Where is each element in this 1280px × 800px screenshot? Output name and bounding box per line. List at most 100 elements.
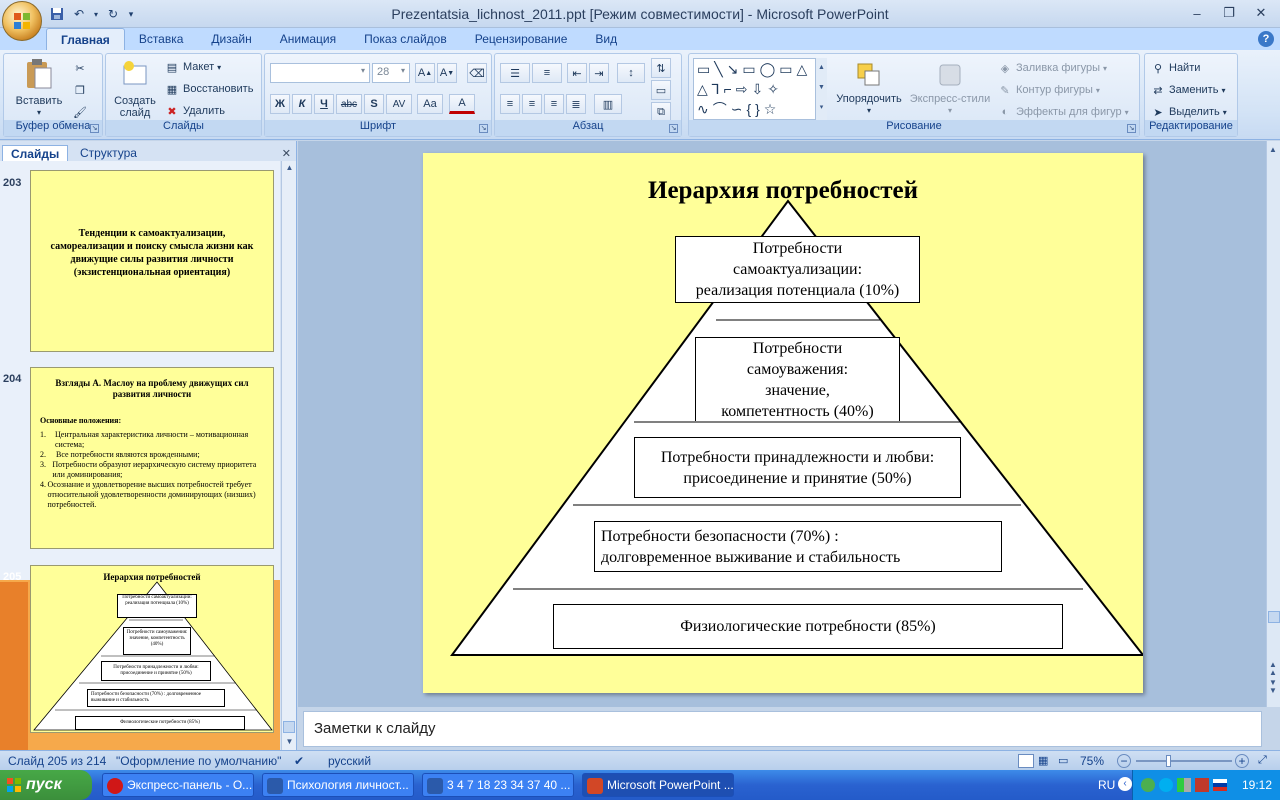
dialog-launcher-icon[interactable]: ↘ [90, 124, 99, 133]
align-left-button[interactable]: ≡ [500, 94, 520, 114]
fit-slide-icon[interactable]: ⤢ [1258, 754, 1267, 767]
bold-button[interactable]: Ж [270, 94, 290, 114]
minimize-button[interactable]: – [1182, 3, 1212, 23]
level-self-actualization[interactable]: Потребности самоактуализации: реализация… [675, 236, 920, 303]
char-spacing-button[interactable]: AV [386, 94, 412, 114]
shape-effects-button[interactable]: ◐ Эффекты для фигур ▾ [997, 104, 1129, 120]
zoom-level[interactable]: 75% [1080, 754, 1104, 768]
dialog-launcher-icon[interactable]: ↘ [1127, 124, 1136, 133]
dialog-launcher-icon[interactable]: ↘ [479, 124, 488, 133]
scroll-thumb[interactable] [283, 721, 295, 733]
line-spacing-button[interactable]: ↕ [617, 63, 645, 83]
justify-button[interactable]: ≣ [566, 94, 586, 114]
prev-slide-icon[interactable]: ▲ ▲ [1269, 661, 1277, 677]
italic-button[interactable]: К [292, 94, 312, 114]
tab-design[interactable]: Дизайн [197, 28, 265, 50]
format-painter-button[interactable]: 🖌 [72, 104, 88, 120]
tab-insert[interactable]: Вставка [125, 28, 198, 50]
shadow-button[interactable]: S [364, 94, 384, 114]
clock[interactable]: 19:12 [1242, 778, 1272, 792]
level-esteem[interactable]: Потребности самоуважения: значение, комп… [695, 337, 900, 421]
font-color-button[interactable]: A [449, 94, 475, 114]
delete-slide-button[interactable]: ✖ Удалить [164, 103, 225, 119]
zoom-in-icon[interactable]: + [1235, 754, 1249, 768]
clear-format-button[interactable]: ⌫ [467, 63, 487, 83]
tab-animation[interactable]: Анимация [266, 28, 350, 50]
shapes-scroll[interactable]: ▲ ▼ ▾ [815, 58, 827, 120]
paste-button[interactable]: Вставить ▾ [14, 58, 64, 119]
office-button[interactable] [2, 1, 42, 41]
taskbar-item-opera[interactable]: Экспресс-панель - О... [102, 773, 254, 797]
panel-scrollbar[interactable]: ▲ ▼ [281, 161, 296, 750]
taskbar-item-word-1[interactable]: Психология личност... [262, 773, 414, 797]
align-right-button[interactable]: ≡ [544, 94, 564, 114]
tab-home[interactable]: Главная [46, 28, 125, 50]
slide-thumbnail-204[interactable]: Взгляды А. Маслоу на проблему движущих с… [30, 367, 274, 549]
maximize-button[interactable]: ❐ [1214, 3, 1244, 23]
zoom-slider[interactable] [1136, 760, 1232, 762]
zoom-out-icon[interactable]: − [1117, 754, 1131, 768]
smartart-button[interactable]: ⧉ [651, 102, 671, 122]
slide-thumbnail-203[interactable]: Тенденции к самоактуализации, самореализ… [30, 170, 274, 352]
antivirus-icon[interactable] [1195, 778, 1209, 792]
help-icon[interactable]: ? [1258, 31, 1274, 47]
reset-button[interactable]: ▦ Восстановить [164, 81, 254, 97]
view-slideshow-icon[interactable]: ▭ [1058, 754, 1068, 767]
shape-fill-button[interactable]: ◈ Заливка фигуры ▾ [997, 60, 1107, 76]
tab-slideshow[interactable]: Показ слайдов [350, 28, 461, 50]
font-size-field[interactable]: 28 ▾ [372, 63, 410, 83]
level-belonging[interactable]: Потребности принадлежности и любви: прис… [634, 437, 961, 498]
scroll-up-icon[interactable]: ▲ [284, 163, 295, 174]
signal-icon[interactable] [1177, 778, 1191, 792]
dialog-launcher-icon[interactable]: ↘ [669, 124, 678, 133]
slide-title[interactable]: Иерархия потребностей [423, 177, 1143, 205]
taskbar-item-powerpoint[interactable]: Microsoft PowerPoint ... [582, 773, 734, 797]
replace-button[interactable]: ⇄ Заменить ▾ [1150, 82, 1225, 98]
language-status[interactable]: русский [328, 754, 371, 768]
slide-thumbnail-205[interactable]: Иерархия потребностей Потребности самоак… [30, 565, 274, 733]
theme-name[interactable]: "Оформление по умолчанию" [116, 754, 281, 768]
numbering-button[interactable]: ≡ [532, 63, 562, 83]
taskbar-item-word-2[interactable]: 3 4 7 18 23 34 37 40 ... [422, 773, 574, 797]
view-normal-icon[interactable] [1018, 754, 1034, 768]
align-center-button[interactable]: ≡ [522, 94, 542, 114]
quick-styles-button[interactable]: Экспресс-стили ▾ [907, 60, 993, 117]
tab-outline[interactable]: Структура [72, 145, 145, 161]
slide-canvas[interactable]: Иерархия потребностей Потребности самоак… [423, 153, 1143, 693]
tab-view[interactable]: Вид [581, 28, 631, 50]
level-safety[interactable]: Потребности безопасности (70%) : долговр… [594, 521, 1002, 572]
cut-button[interactable]: ✂ [72, 60, 88, 76]
arrange-button[interactable]: Упорядочить ▾ [831, 60, 907, 117]
spellcheck-icon[interactable]: ✔ [294, 754, 304, 768]
find-button[interactable]: ⚲ Найти [1150, 60, 1200, 76]
align-text-button[interactable]: ▭ [651, 80, 671, 100]
decrease-indent-button[interactable]: ⇤ [567, 63, 587, 83]
level-physiological[interactable]: Физиологические потребности (85%) [553, 604, 1063, 649]
start-button[interactable]: пуск [0, 770, 92, 800]
shrink-font-button[interactable]: A ▼ [437, 63, 457, 83]
grow-font-button[interactable]: A ▲ [415, 63, 435, 83]
close-button[interactable]: ✕ [1246, 3, 1276, 23]
flag-ru-icon[interactable] [1213, 779, 1227, 791]
keyboard-language[interactable]: RU [1098, 778, 1115, 792]
columns-button[interactable]: ▥ [594, 94, 622, 114]
scroll-down-icon[interactable]: ▼ [284, 737, 295, 748]
increase-indent-button[interactable]: ⇥ [589, 63, 609, 83]
bullets-button[interactable]: ☰ [500, 63, 530, 83]
shapes-gallery[interactable]: ▭╲↘▭◯▭△ △⅂⌐⇨⇩✧ ∿⌒∽{}☆ [693, 58, 827, 120]
layout-button[interactable]: ▤ Макет ▾ [164, 59, 221, 75]
scroll-up-icon[interactable]: ▲ [1269, 145, 1277, 154]
underline-button[interactable]: Ч [314, 94, 334, 114]
zoom-slider-thumb[interactable] [1166, 755, 1171, 767]
network-icon[interactable] [1141, 778, 1155, 792]
tab-slides[interactable]: Слайды [2, 145, 69, 161]
next-slide-icon[interactable]: ▼ ▼ [1269, 679, 1277, 695]
close-panel-icon[interactable]: ✕ [282, 147, 291, 160]
slide-scrollbar[interactable]: ▲ ▲ ▲ ▼ ▼ [1266, 141, 1280, 707]
text-direction-button[interactable]: ⇅ [651, 58, 671, 78]
notes-pane[interactable]: Заметки к слайду [303, 711, 1262, 747]
shape-outline-button[interactable]: ✎ Контур фигуры ▾ [997, 82, 1100, 98]
tray-collapse-icon[interactable]: ‹ [1118, 777, 1132, 791]
change-case-button[interactable]: Aa [417, 94, 443, 114]
font-name-field[interactable]: ▾ [270, 63, 370, 83]
